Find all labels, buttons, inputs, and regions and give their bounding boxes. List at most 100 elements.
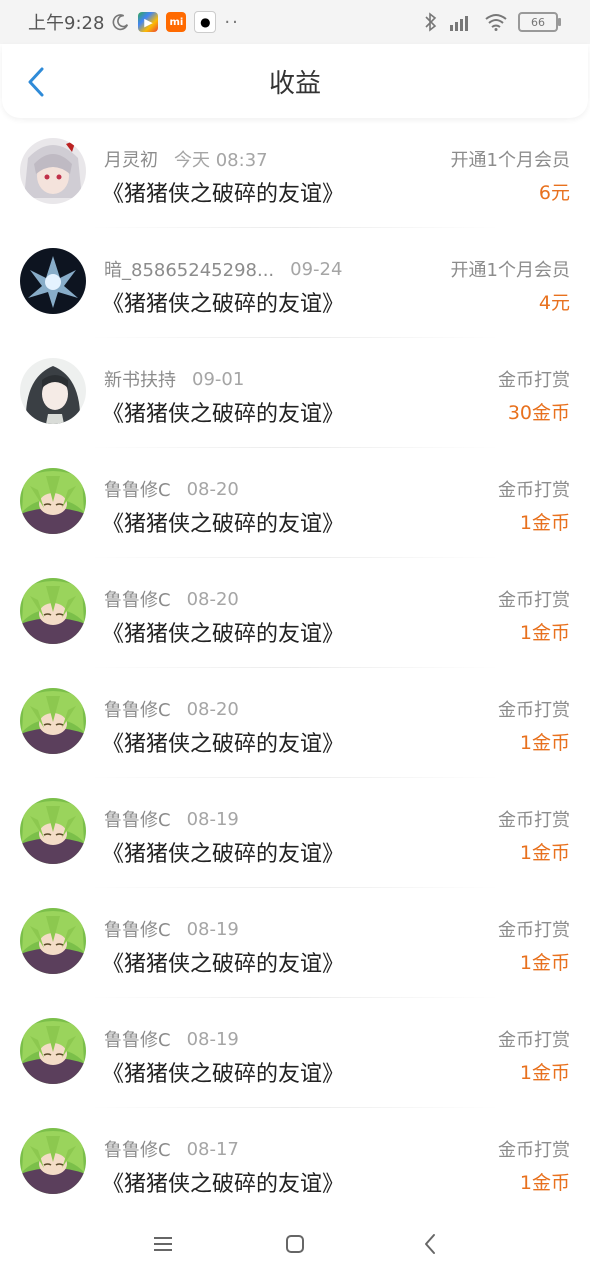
home-icon [286, 1235, 304, 1253]
signal-icon [450, 16, 468, 31]
timestamp: 08-19 [186, 808, 239, 830]
earning-amount: 6元 [538, 182, 570, 204]
earning-row[interactable]: 新书扶持 09-01 《猪猪侠之破碎的友谊》 金币打赏 30金币 [0, 338, 590, 448]
earning-row[interactable]: 鲁鲁修C 08-19 《猪猪侠之破碎的友谊》 金币打赏 1金币 [0, 778, 590, 888]
page-title: 收益 [268, 68, 321, 99]
row-meta: 鲁鲁修C 08-20 [104, 696, 239, 722]
status-right: 66 [424, 0, 561, 44]
earning-amount: 1金币 [519, 1172, 570, 1194]
earning-row[interactable]: 鲁鲁修C 08-19 《猪猪侠之破碎的友谊》 金币打赏 1金币 [0, 888, 590, 998]
moon-icon [112, 14, 129, 31]
earning-amount: 4元 [538, 292, 570, 314]
row-meta: 鲁鲁修C 08-19 [104, 916, 239, 942]
book-title: 《猪猪侠之破碎的友谊》 [102, 952, 345, 977]
back-icon [425, 1234, 435, 1254]
system-back-button[interactable] [412, 1228, 448, 1260]
status-time: 上午9:28 [28, 13, 105, 34]
qq-icon: ● [194, 11, 217, 33]
row-meta: 鲁鲁修C 08-20 [104, 586, 239, 612]
avatar[interactable] [20, 358, 86, 424]
book-title: 《猪猪侠之破碎的友谊》 [102, 1062, 345, 1087]
username[interactable]: 新书扶持 [104, 366, 176, 392]
avatar[interactable] [20, 138, 86, 204]
earnings-list: 月灵初 今天 08:37 《猪猪侠之破碎的友谊》 开通1个月会员 6元 暗_8586524… [0, 118, 590, 1218]
timestamp: 08-20 [186, 588, 239, 610]
earning-amount: 1金币 [519, 732, 570, 754]
earning-row[interactable]: 鲁鲁修C 08-20 《猪猪侠之破碎的友谊》 金币打赏 1金币 [0, 448, 590, 558]
username[interactable]: 鲁鲁修C [104, 1136, 171, 1162]
book-title: 《猪猪侠之破碎的友谊》 [102, 182, 345, 207]
earning-row[interactable]: 鲁鲁修C 08-19 《猪猪侠之破碎的友谊》 金币打赏 1金币 [0, 998, 590, 1108]
book-title: 《猪猪侠之破碎的友谊》 [102, 1172, 345, 1197]
username[interactable]: 鲁鲁修C [104, 476, 171, 502]
username[interactable]: 暗_85865245298... [104, 256, 274, 282]
system-nav-bar [0, 1210, 590, 1280]
timestamp: 08-20 [186, 478, 239, 500]
row-meta: 鲁鲁修C 08-17 [104, 1136, 239, 1162]
bluetooth-icon [425, 12, 437, 32]
timestamp: 08-19 [186, 1028, 239, 1050]
earning-amount: 1金币 [519, 622, 570, 644]
battery-icon: 66 [518, 12, 561, 32]
row-meta: 月灵初 今天 08:37 [104, 146, 268, 172]
timestamp: 08-19 [186, 918, 239, 940]
earning-type: 金币打赏 [498, 480, 570, 501]
timestamp: 09-24 [290, 258, 343, 280]
earning-row[interactable]: 月灵初 今天 08:37 《猪猪侠之破碎的友谊》 开通1个月会员 6元 [0, 118, 590, 228]
status-left: 上午9:28 ▶ mi ● ·· [28, 0, 240, 44]
book-title: 《猪猪侠之破碎的友谊》 [102, 402, 345, 427]
menu-icon [154, 1237, 172, 1251]
username[interactable]: 鲁鲁修C [104, 696, 171, 722]
earning-type: 开通1个月会员 [450, 260, 570, 281]
earning-type: 金币打赏 [498, 370, 570, 391]
avatar[interactable] [20, 688, 86, 754]
row-meta: 新书扶持 09-01 [104, 366, 244, 392]
home-button[interactable] [277, 1228, 313, 1260]
username[interactable]: 鲁鲁修C [104, 586, 171, 612]
username[interactable]: 鲁鲁修C [104, 1026, 171, 1052]
earning-amount: 1金币 [519, 842, 570, 864]
menu-button[interactable] [145, 1228, 181, 1260]
status-bar: 上午9:28 ▶ mi ● ·· 66 [0, 0, 590, 44]
book-title: 《猪猪侠之破碎的友谊》 [102, 842, 345, 867]
wifi-icon [485, 14, 507, 31]
earning-type: 金币打赏 [498, 810, 570, 831]
avatar[interactable] [20, 578, 86, 644]
book-title: 《猪猪侠之破碎的友谊》 [102, 292, 345, 317]
earning-type: 金币打赏 [498, 590, 570, 611]
earning-row[interactable]: 暗_85865245298... 09-24 《猪猪侠之破碎的友谊》 开通1个月会员 4… [0, 228, 590, 338]
earning-amount: 1金币 [519, 512, 570, 534]
row-meta: 鲁鲁修C 08-19 [104, 1026, 239, 1052]
mi-icon: mi [166, 12, 187, 32]
earning-type: 金币打赏 [498, 700, 570, 721]
earning-amount: 30金币 [507, 402, 570, 424]
earning-row[interactable]: 鲁鲁修C 08-20 《猪猪侠之破碎的友谊》 金币打赏 1金币 [0, 668, 590, 778]
play-store-icon: ▶ [138, 12, 159, 32]
avatar[interactable] [20, 1018, 86, 1084]
more-notifications-icon: ·· [224, 11, 240, 33]
username[interactable]: 鲁鲁修C [104, 916, 171, 942]
chevron-left-icon [28, 67, 44, 97]
earning-type: 金币打赏 [498, 920, 570, 941]
timestamp: 今天 08:37 [174, 150, 268, 171]
avatar[interactable] [20, 248, 86, 314]
row-meta: 暗_85865245298... 09-24 [104, 256, 342, 282]
row-meta: 鲁鲁修C 08-19 [104, 806, 239, 832]
back-button[interactable] [20, 64, 52, 100]
timestamp: 08-17 [186, 1138, 239, 1160]
book-title: 《猪猪侠之破碎的友谊》 [102, 622, 345, 647]
earning-type: 金币打赏 [498, 1030, 570, 1051]
avatar[interactable] [20, 798, 86, 864]
avatar[interactable] [20, 908, 86, 974]
timestamp: 08-20 [186, 698, 239, 720]
earning-row[interactable]: 鲁鲁修C 08-20 《猪猪侠之破碎的友谊》 金币打赏 1金币 [0, 558, 590, 668]
avatar[interactable] [20, 468, 86, 534]
avatar[interactable] [20, 1128, 86, 1194]
earning-row[interactable]: 鲁鲁修C 08-17 《猪猪侠之破碎的友谊》 金币打赏 1金币 [0, 1108, 590, 1218]
book-title: 《猪猪侠之破碎的友谊》 [102, 732, 345, 757]
timestamp: 09-01 [192, 368, 245, 390]
username[interactable]: 鲁鲁修C [104, 806, 171, 832]
username[interactable]: 月灵初 [104, 146, 158, 172]
earning-type: 金币打赏 [498, 1140, 570, 1161]
app-header: 收益 [2, 44, 588, 118]
